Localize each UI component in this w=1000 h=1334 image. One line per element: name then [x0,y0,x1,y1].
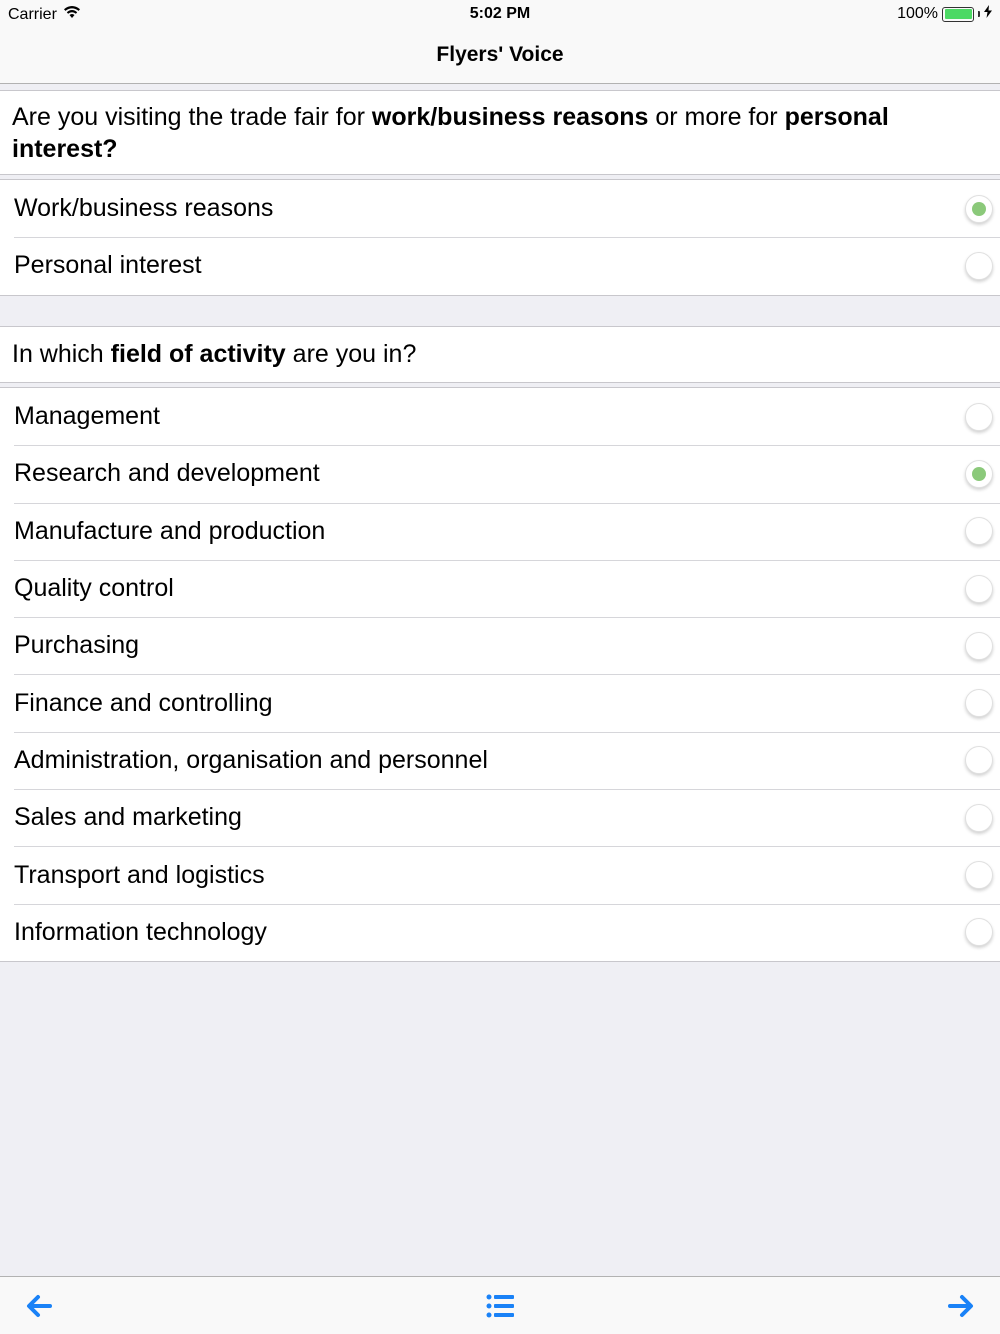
answer-option-label: Research and development [14,459,320,488]
radio-unselected-icon[interactable] [965,746,993,775]
answer-option-label: Administration, organisation and personn… [14,745,488,774]
radio-selected-icon[interactable] [965,194,993,223]
answer-option-label: Sales and marketing [14,803,242,832]
radio-unselected-icon[interactable] [965,251,993,280]
radio-unselected-icon[interactable] [965,517,993,546]
question-text-part: In which [12,340,111,368]
answer-option[interactable]: Transport and logistics [0,846,1000,903]
answer-option[interactable]: Manufacture and production [0,502,1000,560]
answer-option[interactable]: Personal interest [0,237,1000,294]
answer-option[interactable]: Management [0,388,1000,445]
answer-option-label: Manufacture and production [14,516,326,545]
question-text-part: Are you visiting the trade fair for [12,103,372,131]
list-icon[interactable] [485,1291,515,1321]
answer-option[interactable]: Information technology [0,903,1000,961]
answer-option-label: Information technology [14,917,267,946]
radio-unselected-icon[interactable] [965,918,993,947]
radio-unselected-icon[interactable] [965,631,993,660]
answer-option-label: Finance and controlling [14,688,273,717]
question-2-options: Management Research and development Manufa… [0,387,1000,962]
forward-arrow-icon[interactable] [946,1291,976,1321]
question-2-text: In which field of activity are you in? [0,326,1000,383]
answer-option-label: Work/business reasons [14,194,274,223]
navigation-bar: Flyers' Voice [0,28,1000,84]
question-text-part: are you in? [285,340,417,368]
answer-option-label: Purchasing [14,631,140,660]
question-1-options: Work/business reasons Personal interest [0,179,1000,296]
question-text-part: or more for [648,103,785,131]
battery-tip [978,11,980,17]
radio-unselected-icon[interactable] [965,574,993,603]
battery-icon [942,6,974,22]
radio-selected-icon[interactable] [965,459,993,488]
answer-option[interactable]: Purchasing [0,617,1000,674]
question-emphasis: work/business reasons [371,103,649,131]
charging-icon [984,5,992,23]
answer-option[interactable]: Quality control [0,559,1000,617]
radio-unselected-icon[interactable] [965,689,993,718]
answer-option[interactable]: Sales and marketing [0,789,1000,846]
status-bar: Carrier 5:02 PM 100% [0,0,1000,28]
answer-option[interactable]: Finance and controlling [0,674,1000,731]
question-1-text: Are you visiting the trade fair for work… [0,90,1000,175]
battery-fill [944,9,972,19]
answer-option-label: Management [14,402,160,431]
question-emphasis: field of activity [110,340,286,368]
page-title: Flyers' Voice [436,42,564,66]
answer-option[interactable]: Research and development [0,445,1000,502]
status-time: 5:02 PM [469,5,531,22]
radio-unselected-icon[interactable] [965,861,993,890]
answer-option-label: Transport and logistics [14,860,265,889]
back-arrow-icon[interactable] [24,1291,54,1321]
answer-option[interactable]: Administration, organisation and personn… [0,731,1000,789]
answer-option[interactable]: Work/business reasons [0,180,1000,237]
battery-percent: 100% [897,5,938,22]
radio-unselected-icon[interactable] [965,803,993,832]
answer-option-label: Quality control [14,574,174,603]
bottom-toolbar [0,1276,1000,1334]
answer-option-label: Personal interest [14,251,202,280]
radio-unselected-icon[interactable] [965,402,993,431]
status-right: 100% [897,5,992,23]
